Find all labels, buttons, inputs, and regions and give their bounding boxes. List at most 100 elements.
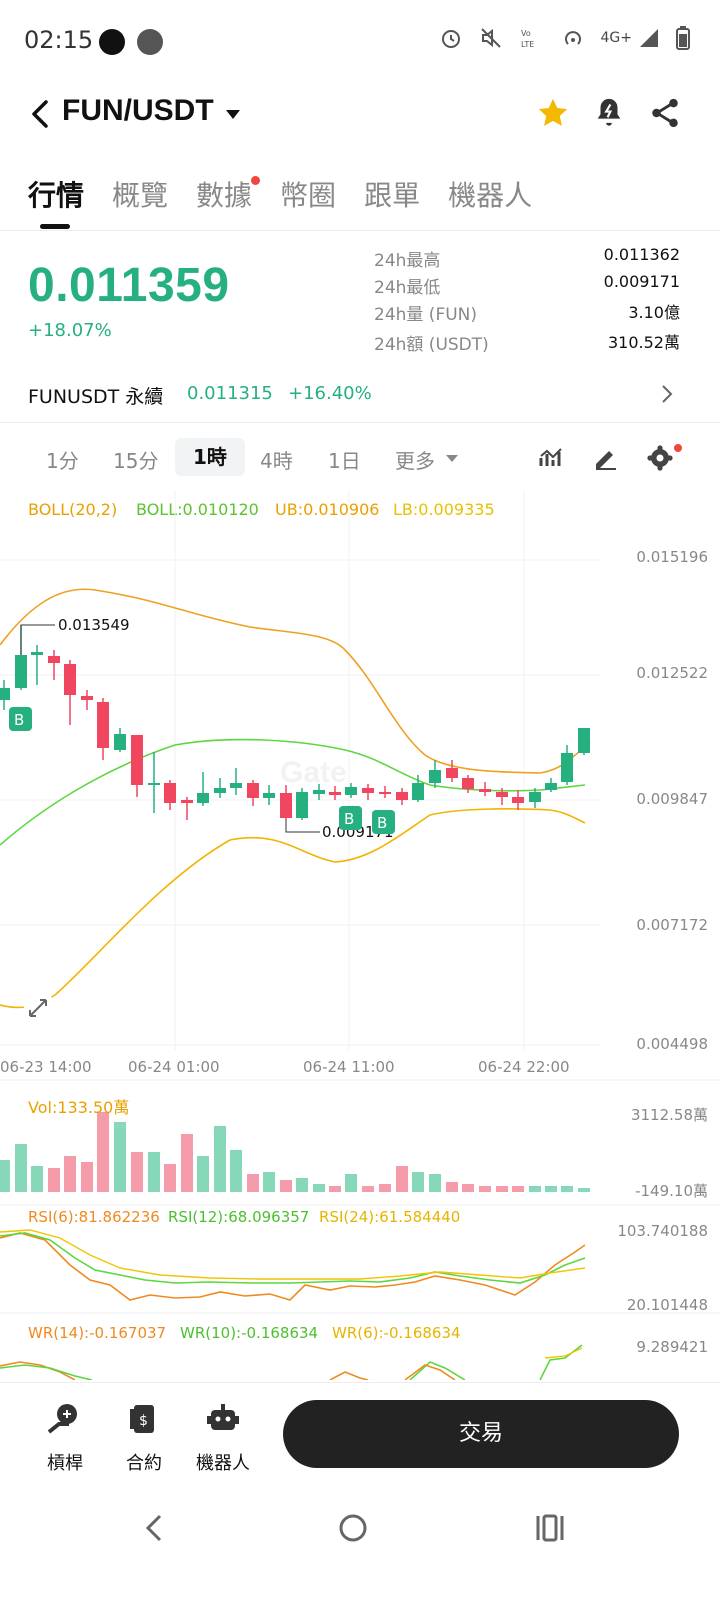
settings-gear-icon[interactable] xyxy=(646,444,674,472)
tab-bots[interactable]: 機器人 xyxy=(448,174,532,214)
buy-tag-label: B xyxy=(344,810,354,828)
stat-label-turnover: 24h額 (USDT) xyxy=(374,335,489,355)
buy-tag[interactable]: B xyxy=(9,707,32,731)
robot-icon xyxy=(207,1404,239,1430)
interval-1d[interactable]: 1日 xyxy=(328,446,361,484)
candle-body xyxy=(578,728,590,753)
battery-icon xyxy=(676,26,690,50)
x-axis-label: 06-24 01:00 xyxy=(128,1058,220,1076)
nav-recents-icon[interactable] xyxy=(530,1508,570,1548)
volume-bar xyxy=(131,1152,143,1192)
candle-body xyxy=(15,655,27,688)
stat-label-volume: 24h量 (FUN) xyxy=(374,305,478,325)
hotspot-icon xyxy=(564,31,581,45)
perp-price: 0.011315 xyxy=(187,383,273,404)
boll-lower-line xyxy=(0,808,586,1009)
nav-back-icon[interactable] xyxy=(136,1508,176,1548)
volume-bar xyxy=(329,1186,341,1192)
stat-value-high: 0.011362 xyxy=(603,245,680,264)
tab-data[interactable]: 數據 xyxy=(196,174,261,214)
candle-body xyxy=(81,696,93,700)
stat-label-low: 24h最低 xyxy=(374,278,441,298)
rsi-axis-min: 20.101448 xyxy=(626,1296,708,1314)
margin-button[interactable]: 槓桿 xyxy=(30,1402,100,1475)
interval-1h[interactable]: 1時 xyxy=(175,438,245,476)
indicator-icon[interactable] xyxy=(538,444,566,472)
volume-bar xyxy=(412,1172,424,1192)
volume-bar xyxy=(0,1160,10,1192)
candle-body xyxy=(379,792,391,794)
rsi24-label: RSI(24):61.584440 xyxy=(319,1208,461,1226)
fullscreen-expand-icon[interactable] xyxy=(24,995,52,1023)
candle-body xyxy=(396,792,408,800)
chevron-right-icon[interactable] xyxy=(660,384,674,404)
y-axis-label: 0.007172 xyxy=(636,916,708,934)
volume-axis-min: -149.10萬 xyxy=(635,1182,708,1200)
price-alert-bell-icon[interactable] xyxy=(592,96,626,130)
buy-tag[interactable]: B xyxy=(339,806,362,830)
new-badge-dot xyxy=(251,176,261,185)
interval-1m[interactable]: 1分 xyxy=(46,446,79,484)
volume-bar xyxy=(263,1172,275,1192)
divider xyxy=(0,230,720,231)
back-icon[interactable] xyxy=(26,96,56,132)
interval-more[interactable]: 更多 xyxy=(395,446,435,484)
bots-label: 機器人 xyxy=(196,1453,250,1474)
last-price: 0.011359 xyxy=(28,259,230,312)
margin-icon xyxy=(47,1404,77,1434)
perp-name: FUNUSDT 永續 xyxy=(28,386,164,408)
active-tab-indicator xyxy=(40,224,70,229)
stat-value-turnover: 310.52萬 xyxy=(608,333,680,352)
nav-home-icon[interactable] xyxy=(333,1508,373,1548)
favorite-star-icon[interactable] xyxy=(536,96,570,130)
low-marker-line xyxy=(285,820,320,833)
pair-dropdown-caret-icon[interactable] xyxy=(226,110,240,119)
volte-icon: Vo LTE xyxy=(521,29,534,49)
candle-body xyxy=(479,789,491,792)
tab-copy-trading[interactable]: 跟單 xyxy=(364,174,420,214)
trade-button[interactable]: 交易 xyxy=(283,1400,679,1468)
tab-community[interactable]: 幣圈 xyxy=(280,174,336,214)
tab-data-label: 數據 xyxy=(196,179,253,212)
notification-dot-icon xyxy=(99,29,125,55)
volume-bar xyxy=(31,1166,43,1192)
buy-tag[interactable]: B xyxy=(372,810,395,834)
interval-4h[interactable]: 4時 xyxy=(260,446,293,484)
candle-body xyxy=(446,768,458,778)
volume-bar xyxy=(48,1168,60,1192)
wr-axis-max: 9.289421 xyxy=(636,1338,708,1356)
volume-bar xyxy=(280,1180,292,1192)
volume-bar xyxy=(362,1186,374,1192)
draw-pen-icon[interactable] xyxy=(592,444,620,472)
wr10-label: WR(10):-0.168634 xyxy=(180,1324,319,1342)
candles xyxy=(0,625,590,820)
tab-overview[interactable]: 概覽 xyxy=(112,174,168,214)
candle-body xyxy=(230,783,242,788)
volume-bar xyxy=(296,1178,308,1192)
perp-change: +16.40% xyxy=(288,383,372,404)
buy-tag-label: B xyxy=(377,814,387,832)
futures-button[interactable]: $ 合約 xyxy=(109,1402,179,1475)
volume-bar xyxy=(496,1186,508,1192)
candlestick-chart[interactable]: Gate 0.013549 0.009171 B B B xyxy=(0,490,720,1380)
candle-body xyxy=(148,783,160,785)
candle-body xyxy=(0,688,10,700)
candle-body xyxy=(263,793,275,798)
rsi24-line xyxy=(0,1229,586,1280)
bots-button[interactable]: 機器人 xyxy=(188,1402,258,1475)
volume-label: Vol:133.50萬 xyxy=(28,1098,130,1117)
candle-body xyxy=(462,778,474,789)
candle-body xyxy=(545,783,557,790)
signal-icon xyxy=(640,29,658,47)
price-change-percent: +18.07% xyxy=(28,320,112,341)
candle-body xyxy=(429,770,441,783)
interval-15m[interactable]: 15分 xyxy=(113,446,158,484)
candle-body xyxy=(131,735,143,785)
svg-text:LTE: LTE xyxy=(521,40,534,49)
tab-market[interactable]: 行情 xyxy=(28,174,84,214)
pair-title[interactable]: FUN/USDT xyxy=(62,94,214,128)
volume-axis-max: 3112.58萬 xyxy=(630,1106,708,1124)
settings-badge-dot xyxy=(674,444,682,452)
svg-text:Vo: Vo xyxy=(521,29,531,38)
share-icon[interactable] xyxy=(648,96,682,130)
